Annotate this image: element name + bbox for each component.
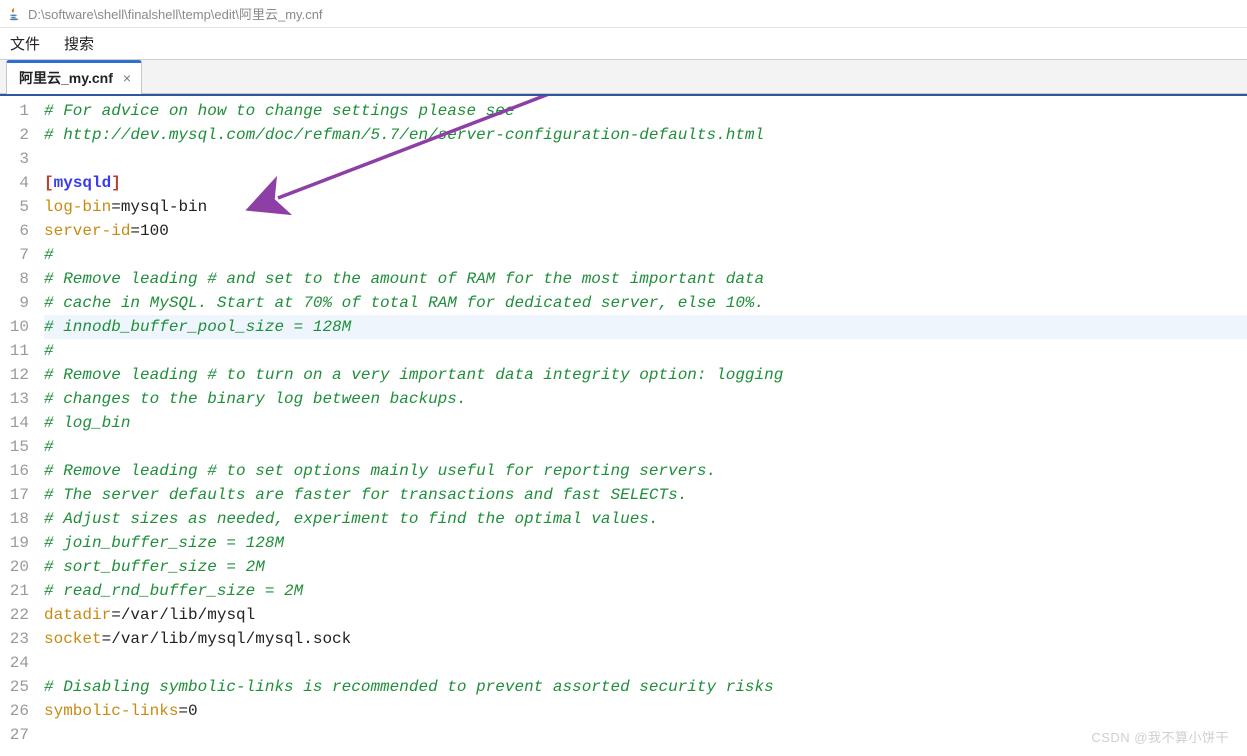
code-line[interactable]: # innodb_buffer_pool_size = 128M	[44, 315, 1247, 339]
code-line[interactable]: datadir=/var/lib/mysql	[44, 603, 1247, 627]
line-number: 18	[0, 507, 29, 531]
code-line[interactable]: log-bin=mysql-bin	[44, 195, 1247, 219]
line-number: 19	[0, 531, 29, 555]
code-line[interactable]: # Remove leading # to set options mainly…	[44, 459, 1247, 483]
tab-strip: 阿里云_my.cnf ×	[0, 60, 1247, 94]
code-line[interactable]: # cache in MySQL. Start at 70% of total …	[44, 291, 1247, 315]
line-number: 1	[0, 99, 29, 123]
code-line[interactable]: [mysqld]	[44, 171, 1247, 195]
code-line[interactable]: # http://dev.mysql.com/doc/refman/5.7/en…	[44, 123, 1247, 147]
title-bar: D:\software\shell\finalshell\temp\edit\阿…	[0, 0, 1247, 28]
menu-bar: 文件 搜索	[0, 28, 1247, 60]
code-line[interactable]	[44, 651, 1247, 675]
code-line[interactable]: # Remove leading # to turn on a very imp…	[44, 363, 1247, 387]
code-line[interactable]: #	[44, 339, 1247, 363]
line-number-gutter: 1234567891011121314151617181920212223242…	[0, 96, 38, 756]
code-line[interactable]: #	[44, 243, 1247, 267]
code-line[interactable]: #	[44, 435, 1247, 459]
line-number: 6	[0, 219, 29, 243]
line-number: 21	[0, 579, 29, 603]
line-number: 9	[0, 291, 29, 315]
line-number: 12	[0, 363, 29, 387]
code-line[interactable]: symbolic-links=0	[44, 699, 1247, 723]
line-number: 17	[0, 483, 29, 507]
code-line[interactable]: # Remove leading # and set to the amount…	[44, 267, 1247, 291]
menu-search[interactable]: 搜索	[64, 33, 94, 54]
line-number: 20	[0, 555, 29, 579]
menu-file[interactable]: 文件	[10, 33, 40, 54]
line-number: 2	[0, 123, 29, 147]
window-title: D:\software\shell\finalshell\temp\edit\阿…	[28, 4, 323, 23]
java-app-icon	[6, 6, 22, 22]
code-line[interactable]: # The server defaults are faster for tra…	[44, 483, 1247, 507]
editor-tab[interactable]: 阿里云_my.cnf ×	[6, 60, 142, 94]
line-number: 25	[0, 675, 29, 699]
line-number: 7	[0, 243, 29, 267]
code-line[interactable]	[44, 723, 1247, 747]
line-number: 5	[0, 195, 29, 219]
line-number: 16	[0, 459, 29, 483]
line-number: 27	[0, 723, 29, 747]
line-number: 15	[0, 435, 29, 459]
code-line[interactable]: # changes to the binary log between back…	[44, 387, 1247, 411]
line-number: 13	[0, 387, 29, 411]
tab-label: 阿里云_my.cnf	[19, 68, 113, 88]
watermark-text: CSDN @我不算小饼干	[1091, 727, 1229, 746]
code-content[interactable]: # For advice on how to change settings p…	[38, 96, 1247, 756]
code-line[interactable]: socket=/var/lib/mysql/mysql.sock	[44, 627, 1247, 651]
editor-area: 1234567891011121314151617181920212223242…	[0, 94, 1247, 756]
line-number: 8	[0, 267, 29, 291]
close-icon[interactable]: ×	[123, 70, 131, 86]
code-line[interactable]: # join_buffer_size = 128M	[44, 531, 1247, 555]
line-number: 10	[0, 315, 29, 339]
code-line[interactable]: # For advice on how to change settings p…	[44, 99, 1247, 123]
line-number: 26	[0, 699, 29, 723]
line-number: 22	[0, 603, 29, 627]
code-line[interactable]: # log_bin	[44, 411, 1247, 435]
line-number: 24	[0, 651, 29, 675]
code-line[interactable]: # read_rnd_buffer_size = 2M	[44, 579, 1247, 603]
line-number: 3	[0, 147, 29, 171]
code-line[interactable]: # Adjust sizes as needed, experiment to …	[44, 507, 1247, 531]
code-line[interactable]: # Disabling symbolic-links is recommende…	[44, 675, 1247, 699]
code-line[interactable]: # sort_buffer_size = 2M	[44, 555, 1247, 579]
line-number: 23	[0, 627, 29, 651]
line-number: 11	[0, 339, 29, 363]
line-number: 4	[0, 171, 29, 195]
code-line[interactable]: server-id=100	[44, 219, 1247, 243]
code-line[interactable]	[44, 147, 1247, 171]
line-number: 14	[0, 411, 29, 435]
